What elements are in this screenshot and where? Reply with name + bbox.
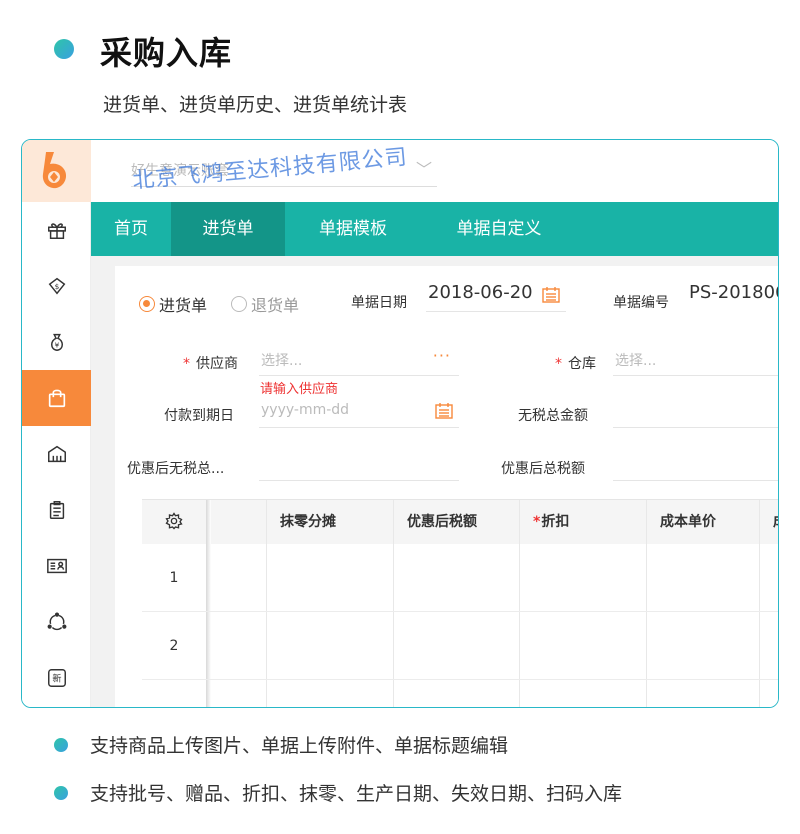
- doc-type-selector: 进货单 退货单: [139, 292, 323, 316]
- doc-number-value: PS-201806: [689, 282, 779, 303]
- column-divider: [266, 500, 267, 707]
- discount-tax-free-label: 优惠后无税总...: [127, 461, 225, 477]
- doc-number-field[interactable]: PS-201806: [687, 278, 779, 312]
- col-header-rounding[interactable]: 抹零分摊: [266, 500, 336, 544]
- col-header-discount[interactable]: *折扣: [519, 500, 569, 544]
- page-subtitle: 进货单、进货单历史、进货单统计表: [103, 94, 408, 116]
- tab-doc-template[interactable]: 单据模板: [285, 202, 421, 256]
- sidebar-item-cycle[interactable]: [22, 594, 91, 650]
- table-row-number: 2: [169, 638, 179, 654]
- column-divider: [519, 500, 520, 707]
- col-header-discounted-tax[interactable]: 优惠后税额: [393, 500, 477, 544]
- tab-purchase-order[interactable]: 进货单: [171, 202, 285, 256]
- column-divider: [759, 500, 760, 707]
- new-badge-icon: 新: [47, 669, 66, 687]
- row-divider: [142, 611, 778, 612]
- col-header-discount-text: 折扣: [541, 514, 570, 530]
- form-panel: 进货单 退货单 单据日期 2018-06-20 单据编号 PS-201806 *…: [115, 266, 778, 707]
- radio-return[interactable]: [231, 296, 248, 312]
- required-mark: *: [533, 514, 541, 530]
- feature-item: 支持商品上传图片、单据上传附件、单据标题编辑: [54, 731, 508, 758]
- supplier-label-text: 供应商: [196, 356, 238, 372]
- discount-tax-field[interactable]: [613, 447, 778, 481]
- bullet-icon: [54, 785, 68, 800]
- more-icon[interactable]: ···: [433, 346, 451, 365]
- top-bar: 好生意演示账套 ﹀ 北京飞鸿至达科技有限公司: [91, 140, 778, 202]
- sidebar-item-clipboard[interactable]: [22, 482, 91, 538]
- money-bag-icon: $: [48, 277, 65, 295]
- sidebar-item-yen[interactable]: ¥: [22, 314, 91, 370]
- date-label: 单据日期: [351, 295, 407, 311]
- feature-text: 支持批号、赠品、折扣、抹零、生产日期、失效日期、扫码入库: [90, 783, 623, 805]
- col-header-unit-cost[interactable]: 成本单价: [646, 500, 716, 544]
- sidebar-item-warehouse[interactable]: [22, 426, 91, 482]
- svg-text:$: $: [54, 282, 59, 291]
- logo-icon: [42, 152, 67, 189]
- tab-doc-custom[interactable]: 单据自定义: [421, 202, 577, 256]
- svg-text:¥: ¥: [54, 341, 59, 350]
- gift-icon: [47, 223, 66, 239]
- sidebar-item-new[interactable]: 新: [22, 650, 91, 706]
- column-divider: [393, 500, 394, 707]
- app-screenshot-frame: $ ¥ 新 好生意演示账套 ﹀ 北京飞鸿至达科技有限公司 首页 进货单 单据模板…: [21, 139, 779, 708]
- date-field[interactable]: 2018-06-20: [426, 278, 566, 312]
- bullet-icon: [54, 737, 68, 752]
- due-date-label: 付款到期日: [164, 408, 234, 424]
- cycle-icon: [47, 612, 66, 631]
- row-divider: [142, 679, 778, 680]
- tax-free-total-field[interactable]: [613, 394, 778, 428]
- feature-item: 支持批号、赠品、折扣、抹零、生产日期、失效日期、扫码入库: [54, 779, 622, 806]
- settings-icon[interactable]: [165, 512, 183, 534]
- due-date-placeholder: yyyy-mm-dd: [261, 402, 350, 418]
- warehouse-icon: [47, 445, 66, 463]
- warehouse-input[interactable]: 选择...: [613, 342, 778, 376]
- radio-purchase-label[interactable]: 进货单: [159, 292, 207, 316]
- supplier-input[interactable]: 选择... ···: [259, 342, 459, 376]
- account-selector[interactable]: 好生意演示账套: [131, 160, 229, 180]
- sidebar: $ ¥ 新: [22, 140, 91, 707]
- doc-number-label: 单据编号: [613, 295, 669, 311]
- radio-return-label[interactable]: 退货单: [251, 292, 299, 316]
- required-mark: *: [183, 356, 190, 372]
- top-nav: 首页 进货单 单据模板 单据自定义: [91, 202, 778, 256]
- main-content: 进货单 退货单 单据日期 2018-06-20 单据编号 PS-201806 *…: [91, 256, 778, 707]
- required-mark: *: [555, 356, 562, 372]
- due-date-input[interactable]: yyyy-mm-dd: [259, 394, 459, 428]
- tax-free-total-label: 无税总金额: [518, 408, 588, 424]
- sidebar-item-purchase[interactable]: [22, 370, 91, 426]
- chevron-down-icon[interactable]: ﹀: [416, 156, 432, 180]
- frozen-column-shadow: [206, 500, 211, 707]
- id-card-icon: [46, 558, 67, 574]
- radio-purchase[interactable]: [139, 296, 155, 312]
- discount-tax-label: 优惠后总税额: [501, 461, 585, 477]
- warehouse-placeholder: 选择...: [615, 353, 657, 369]
- calendar-icon[interactable]: [542, 286, 560, 303]
- warehouse-label-text: 仓库: [568, 356, 596, 372]
- supplier-placeholder: 选择...: [261, 353, 303, 369]
- sidebar-item-gift[interactable]: [22, 202, 91, 258]
- table-row-number: 1: [169, 570, 179, 586]
- supplier-label: * 供应商: [183, 353, 238, 373]
- sidebar-item-contacts[interactable]: [22, 538, 91, 594]
- feature-text: 支持商品上传图片、单据上传附件、单据标题编辑: [90, 735, 509, 757]
- goods-table: 抹零分摊 优惠后税额 *折扣 成本单价 成本 1 2: [142, 499, 778, 707]
- date-value: 2018-06-20: [428, 282, 533, 303]
- shopping-bag-icon: [48, 389, 65, 408]
- account-underline: [131, 186, 437, 187]
- sidebar-item-money[interactable]: $: [22, 258, 91, 314]
- warehouse-label: * 仓库: [555, 353, 596, 373]
- yen-bag-icon: ¥: [50, 333, 63, 351]
- page-title: 采购入库: [100, 34, 233, 72]
- clipboard-icon: [49, 501, 64, 519]
- app-logo[interactable]: [22, 140, 91, 202]
- column-divider: [646, 500, 647, 707]
- tab-home[interactable]: 首页: [91, 202, 171, 256]
- svg-text:新: 新: [52, 673, 61, 685]
- title-bullet-icon: [54, 39, 74, 59]
- discount-tax-free-field[interactable]: [259, 447, 459, 481]
- calendar-icon[interactable]: [435, 402, 453, 419]
- col-header-cost[interactable]: 成本: [759, 500, 778, 544]
